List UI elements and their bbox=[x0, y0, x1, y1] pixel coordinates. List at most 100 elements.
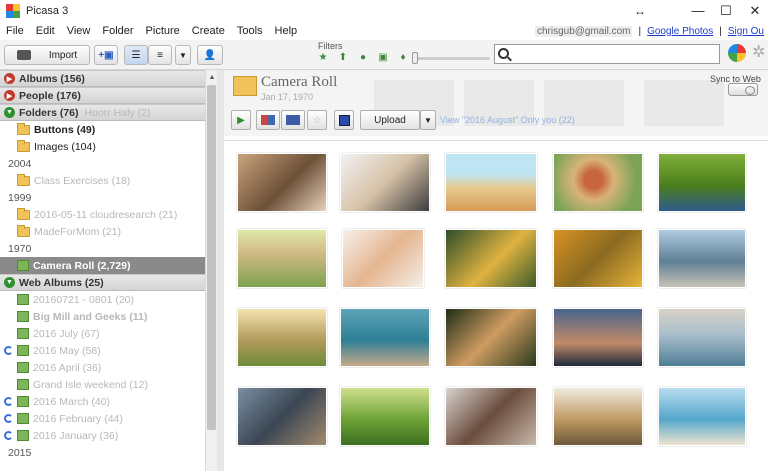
sync-icon bbox=[4, 397, 13, 406]
import-icon bbox=[16, 50, 31, 60]
album-title: Camera Roll bbox=[261, 74, 338, 90]
year-header: 2004 bbox=[8, 157, 32, 170]
web-album-item[interactable]: Grand Isle weekend (12) bbox=[0, 376, 205, 393]
collapse-icon[interactable]: ▼ bbox=[4, 277, 15, 288]
menu-file[interactable]: File bbox=[0, 25, 30, 37]
search-box[interactable] bbox=[494, 44, 720, 64]
sidebar-item-camera-roll[interactable]: Camera Roll (2,729) bbox=[0, 257, 205, 274]
slider-knob[interactable] bbox=[412, 52, 418, 64]
menu-picture[interactable]: Picture bbox=[140, 25, 186, 37]
google-photos-link[interactable]: Google Photos bbox=[647, 26, 713, 37]
photo-thumbnail-baby-kiss[interactable] bbox=[342, 229, 424, 288]
add-to-album-button[interactable]: +▣ bbox=[94, 45, 118, 65]
search-input[interactable] bbox=[513, 46, 717, 62]
minimize-button[interactable]: — bbox=[683, 0, 713, 22]
photo-thumbnail-family-walk[interactable] bbox=[237, 308, 327, 367]
people-button[interactable]: 👤 bbox=[197, 45, 223, 65]
collapse-icon[interactable]: ▼ bbox=[4, 107, 15, 118]
account-links: chrisgub@gmail.com | Google Photos | Sig… bbox=[534, 22, 764, 40]
photo-thumbnail-friends-guitar[interactable] bbox=[445, 387, 537, 446]
section-folders[interactable]: ▼ Folders (76) Hoorr Haly (2) bbox=[0, 104, 205, 121]
import-button[interactable]: Import bbox=[4, 45, 90, 65]
menu-help[interactable]: Help bbox=[269, 25, 304, 37]
pane-divider[interactable] bbox=[217, 70, 224, 471]
sync-toggle[interactable] bbox=[728, 83, 758, 96]
web-album-item[interactable]: 2016 April (36) bbox=[0, 359, 205, 376]
photo-thumbnail-grass-girl[interactable] bbox=[340, 387, 430, 446]
photo-thumbnail-girl-hat[interactable] bbox=[553, 153, 643, 212]
maximize-button[interactable]: ☐ bbox=[711, 0, 741, 22]
folder-icon bbox=[17, 173, 30, 186]
web-album-item[interactable]: Big Mill and Geeks (11) bbox=[0, 308, 205, 325]
close-button[interactable]: ✕ bbox=[740, 0, 768, 22]
add-album-icon: +▣ bbox=[98, 49, 114, 61]
web-album-item[interactable]: 2016 February (44) bbox=[0, 410, 205, 427]
photo-thumbnail-couple-kids[interactable] bbox=[340, 153, 430, 212]
save-button[interactable] bbox=[334, 110, 354, 130]
photo-thumbnail-couple-beach[interactable] bbox=[658, 308, 746, 367]
upload-button[interactable]: Upload bbox=[360, 110, 420, 130]
sidebar-scrollbar[interactable]: ▲ bbox=[205, 70, 217, 471]
collage-button[interactable] bbox=[256, 110, 280, 130]
sidebar-item-folder[interactable]: 2016-05-11 cloudresearch (21) bbox=[0, 206, 205, 223]
filter-uploaded-icon[interactable]: ⬆ bbox=[336, 52, 350, 64]
view-tree-button[interactable]: ☰ bbox=[124, 45, 148, 65]
share-link[interactable]: View "2016 August" Only you (22) bbox=[440, 115, 575, 125]
photo-thumbnail-park-lake[interactable] bbox=[658, 153, 746, 212]
camera-roll-icon bbox=[17, 260, 29, 271]
menu-view[interactable]: View bbox=[61, 25, 97, 37]
photo-thumbnail-family-sofa[interactable] bbox=[237, 153, 327, 212]
sidebar-item-label: 2016-05-11 cloudresearch (21) bbox=[34, 208, 178, 221]
sidebar-item-folder[interactable]: MadeForMom (21) bbox=[0, 223, 205, 240]
photo-thumbnail-father-son-sea[interactable] bbox=[340, 308, 430, 367]
scrollbar-thumb[interactable] bbox=[207, 85, 216, 430]
menu-folder[interactable]: Folder bbox=[96, 25, 139, 37]
search-icon bbox=[498, 48, 509, 59]
menu-tools[interactable]: Tools bbox=[231, 25, 269, 37]
filter-movies-icon[interactable]: ▣ bbox=[376, 52, 390, 64]
web-album-item[interactable]: 2016 January (36) bbox=[0, 427, 205, 444]
sync-icon bbox=[4, 431, 13, 440]
photo-thumbnail-girl-lying[interactable] bbox=[445, 308, 537, 367]
google-pinwheel-icon[interactable] bbox=[728, 44, 746, 62]
section-people[interactable]: ▶ People (176) bbox=[0, 87, 205, 104]
filter-starred-icon[interactable]: ★ bbox=[316, 52, 330, 64]
folder-list: ▶ Albums (156) ▶ People (176) ▼ Folders … bbox=[0, 70, 205, 471]
filter-date-slider[interactable] bbox=[412, 52, 490, 64]
photo-thumbnail-city-sunset[interactable] bbox=[553, 308, 643, 367]
play-slideshow-button[interactable]: ▶ bbox=[231, 110, 251, 130]
movie-button[interactable] bbox=[281, 110, 305, 130]
photo-thumbnail-desert-woman[interactable] bbox=[553, 387, 643, 446]
view-flat-button[interactable]: ≡ bbox=[148, 45, 172, 65]
web-album-item[interactable]: 2016 July (67) bbox=[0, 325, 205, 342]
folder-icon bbox=[17, 122, 30, 135]
photo-thumbnail-autumn-park[interactable] bbox=[553, 229, 643, 288]
sidebar-item-folder[interactable]: Buttons (49) bbox=[0, 121, 205, 138]
filter-faces-icon[interactable]: ● bbox=[356, 52, 370, 64]
photo-thumbnail-beach-family[interactable] bbox=[445, 153, 537, 212]
upload-dropdown-button[interactable]: ▼ bbox=[420, 110, 436, 130]
sync-icon bbox=[4, 346, 13, 355]
expand-icon[interactable]: ▶ bbox=[4, 73, 15, 84]
photo-thumbnail-beach-sit[interactable] bbox=[658, 387, 746, 446]
sidebar-item-folder[interactable]: Images (104) bbox=[0, 138, 205, 155]
sidebar-item-folder[interactable]: Class Exercises (18) bbox=[0, 172, 205, 189]
star-button[interactable]: ☆ bbox=[307, 110, 327, 130]
web-album-item[interactable]: 20160721 - 0801 (20) bbox=[0, 291, 205, 308]
sign-out-link[interactable]: Sign Ou bbox=[728, 26, 764, 37]
section-web-albums[interactable]: ▼ Web Albums (25) bbox=[0, 274, 205, 291]
section-albums[interactable]: ▶ Albums (156) bbox=[0, 70, 205, 87]
photo-thumbnail-train-station[interactable] bbox=[237, 387, 327, 446]
window-title: Picasa 3 bbox=[26, 5, 69, 17]
photo-thumbnail-woman-scarf[interactable] bbox=[445, 229, 537, 288]
filter-geotagged-icon[interactable]: ♦ bbox=[396, 52, 410, 64]
menu-create[interactable]: Create bbox=[186, 25, 231, 37]
web-album-item[interactable]: 2016 March (40) bbox=[0, 393, 205, 410]
gear-icon[interactable]: ✲ bbox=[752, 44, 768, 62]
photo-thumbnail-family-field[interactable] bbox=[237, 229, 327, 288]
view-dropdown-button[interactable]: ▼ bbox=[175, 45, 191, 65]
expand-icon[interactable]: ▶ bbox=[4, 90, 15, 101]
menu-edit[interactable]: Edit bbox=[30, 25, 61, 37]
web-album-item[interactable]: 2016 May (58) bbox=[0, 342, 205, 359]
photo-thumbnail-coast-rocks[interactable] bbox=[658, 229, 746, 288]
